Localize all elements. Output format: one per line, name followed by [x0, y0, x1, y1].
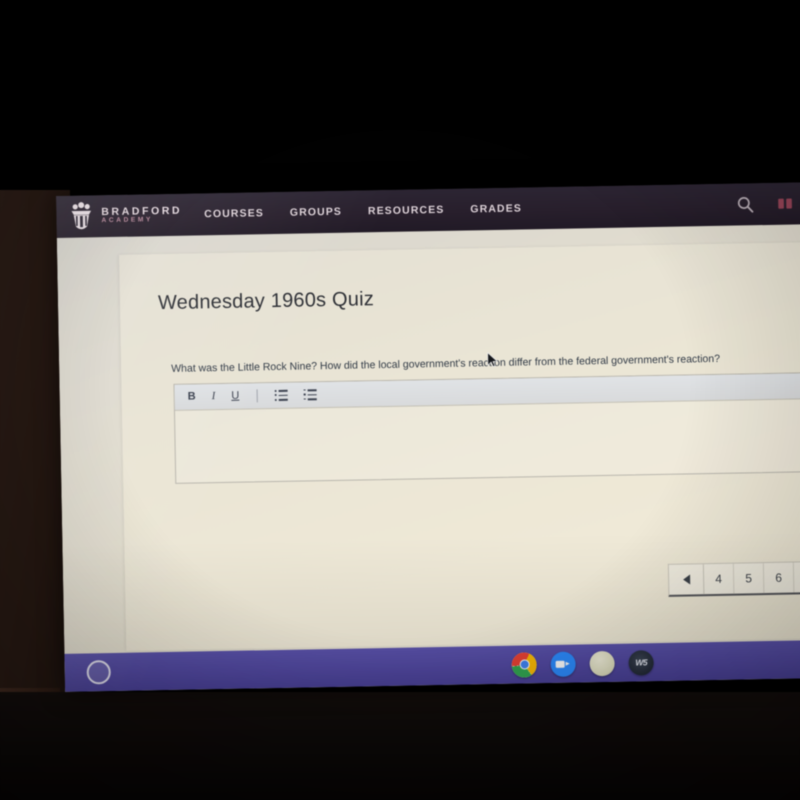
chevron-left-icon[interactable]: [668, 564, 705, 595]
page-button-4[interactable]: 4: [703, 563, 735, 595]
nav-item-grades[interactable]: GRADES: [470, 202, 522, 215]
shield-torch-logo-icon: [68, 201, 95, 231]
laptop-photo: SAMSUNG BRA: [0, 0, 800, 800]
dark-app-glyph: W5: [635, 657, 648, 668]
zoom-app-icon[interactable]: [550, 651, 576, 677]
page-title: Wednesday 1960s Quiz: [157, 288, 375, 315]
page-body: Wednesday 1960s Quiz POSS What was the L…: [56, 224, 800, 692]
toolbar-divider: [256, 389, 258, 403]
navbar-links: COURSES GROUPS RESOURCES GRADES: [204, 202, 522, 220]
quiz-card: Wednesday 1960s Quiz POSS What was the L…: [119, 241, 800, 651]
italic-button[interactable]: I: [212, 390, 216, 402]
nav-item-resources[interactable]: RESOURCES: [368, 204, 445, 217]
launcher-circle-icon[interactable]: [86, 660, 111, 685]
photo-top-dark-area: [0, 0, 800, 196]
brand-logo[interactable]: BRADFORD ACADEMY: [68, 200, 182, 232]
chrome-app-icon[interactable]: [511, 651, 537, 678]
page-button-6[interactable]: 6: [763, 562, 795, 594]
brand-wordmark: BRADFORD ACADEMY: [101, 205, 182, 225]
numbered-list-icon[interactable]: [303, 389, 317, 401]
pagination: 4 5 6 7 8 9: [667, 559, 800, 597]
laptop-bottom-bezel: SAMSUNG: [0, 692, 800, 800]
bold-button[interactable]: B: [188, 390, 196, 402]
nav-item-groups[interactable]: GROUPS: [290, 206, 342, 219]
answer-input[interactable]: [175, 399, 800, 482]
bulleted-list-icon[interactable]: [274, 389, 288, 401]
brand-subtitle: ACADEMY: [101, 216, 154, 225]
shelf-app-icons: W5: [511, 649, 654, 678]
dark-app-icon[interactable]: W5: [628, 649, 654, 676]
navbar-right-icons: [736, 182, 800, 225]
notifications-icon[interactable]: [776, 194, 794, 212]
laptop-screen: BRADFORD ACADEMY COURSES GROUPS RESOURCE…: [56, 182, 800, 692]
rich-text-editor: B I U: [173, 371, 800, 484]
search-icon[interactable]: [736, 195, 754, 213]
nav-item-courses[interactable]: COURSES: [204, 207, 264, 220]
page-button-5[interactable]: 5: [733, 563, 765, 594]
pale-app-icon[interactable]: [589, 650, 615, 676]
page-button-7[interactable]: 7: [793, 561, 800, 593]
underline-button[interactable]: U: [231, 390, 239, 402]
